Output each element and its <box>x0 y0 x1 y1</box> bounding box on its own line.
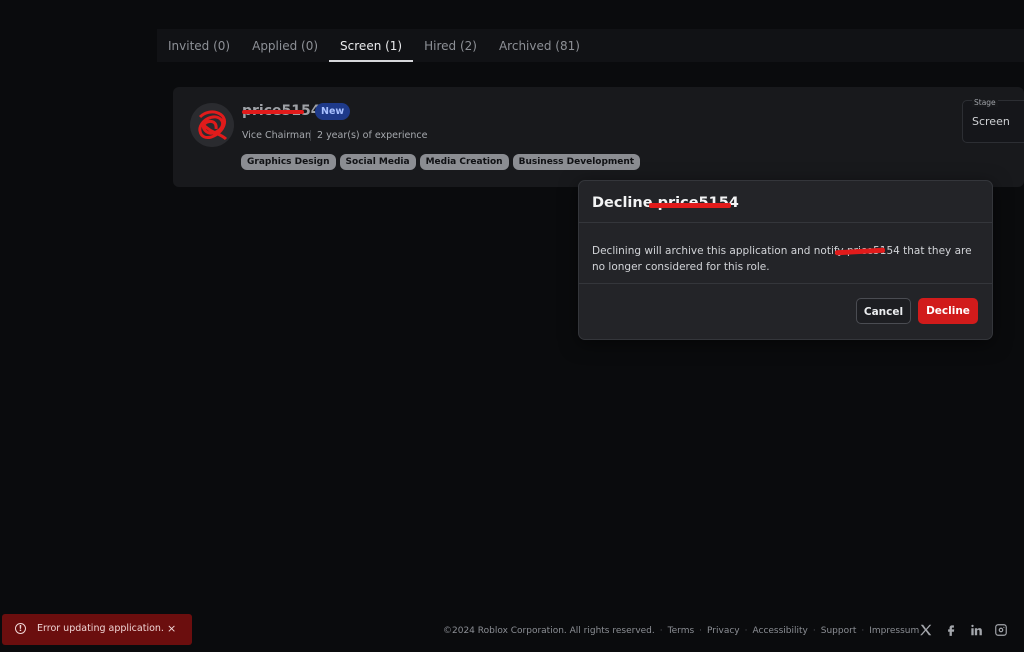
footer: ©2024 Roblox Corporation. All rights res… <box>443 626 919 636</box>
cancel-button[interactable]: Cancel <box>856 298 911 324</box>
copyright: ©2024 Roblox Corporation. All rights res… <box>443 626 655 636</box>
stage-value[interactable]: Screen <box>972 115 1010 128</box>
skill-tag: Media Creation <box>419 154 509 170</box>
redaction-mark <box>242 110 304 114</box>
separator: · <box>699 626 703 636</box>
linkedin-icon[interactable] <box>969 623 983 637</box>
new-badge: New <box>315 103 351 120</box>
decline-dialog: Decline price5154 Declining will archive… <box>578 180 993 340</box>
divider <box>579 283 992 284</box>
tab-invited[interactable]: Invited (0) <box>157 29 241 62</box>
instagram-icon[interactable] <box>994 623 1008 637</box>
separator: · <box>744 626 748 636</box>
candidate-role: Vice Chairman <box>242 130 311 141</box>
close-icon[interactable]: × <box>167 622 176 635</box>
tab-applied[interactable]: Applied (0) <box>241 29 329 62</box>
footer-link-support[interactable]: Support <box>821 626 857 636</box>
divider <box>579 222 992 223</box>
x-icon[interactable] <box>919 623 933 637</box>
avatar-image <box>190 103 234 147</box>
separator: · <box>812 626 816 636</box>
footer-link-privacy[interactable]: Privacy <box>707 626 740 636</box>
application-tabs: Invited (0) Applied (0) Screen (1) Hired… <box>157 29 1024 62</box>
dialog-message: Declining will archive this application … <box>592 245 972 273</box>
social-links <box>919 623 1008 637</box>
candidate-experience: 2 year(s) of experience <box>317 130 428 141</box>
toast-message: Error updating application. <box>37 623 164 634</box>
error-toast: ! Error updating application. × <box>2 614 192 645</box>
tab-hired[interactable]: Hired (2) <box>413 29 488 62</box>
tab-archived[interactable]: Archived (81) <box>488 29 591 62</box>
redaction-mark <box>649 203 731 208</box>
stage-label: Stage <box>972 98 998 107</box>
footer-link-impressum[interactable]: Impressum <box>869 626 919 636</box>
footer-link-accessibility[interactable]: Accessibility <box>753 626 808 636</box>
footer-link-terms[interactable]: Terms <box>668 626 695 636</box>
divider <box>310 130 311 141</box>
skill-tag: Business Development <box>512 154 641 170</box>
skill-tags: Graphics Design Social Media Media Creat… <box>241 154 641 170</box>
facebook-icon[interactable] <box>944 623 958 637</box>
alert-icon: ! <box>15 623 26 634</box>
skill-tag: Social Media <box>339 154 416 170</box>
separator: · <box>659 626 663 636</box>
avatar[interactable] <box>190 103 234 147</box>
skill-tag: Graphics Design <box>241 154 336 170</box>
tab-screen[interactable]: Screen (1) <box>329 29 414 62</box>
decline-button[interactable]: Decline <box>918 298 978 324</box>
separator: · <box>861 626 865 636</box>
